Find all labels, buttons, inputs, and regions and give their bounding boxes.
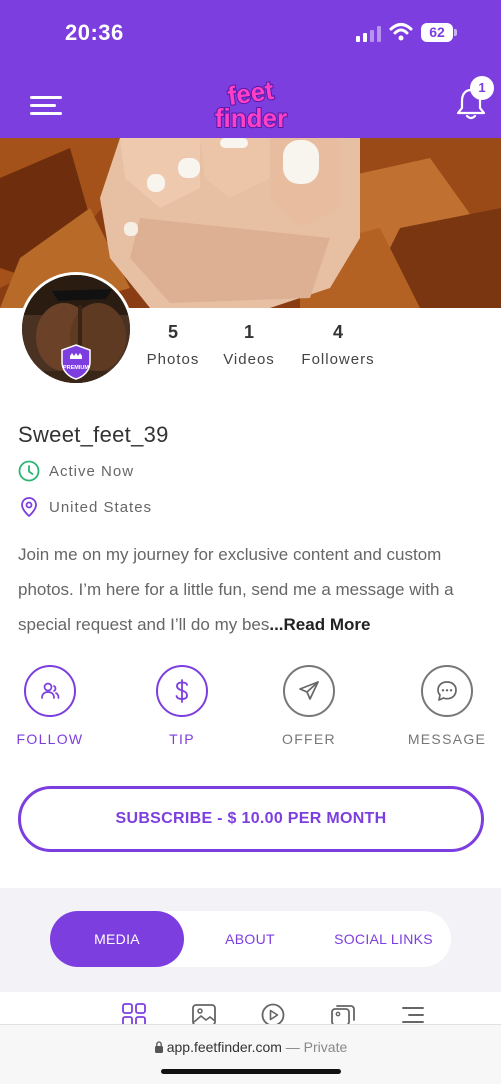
lock-icon (154, 1041, 163, 1053)
status-time: 20:36 (65, 20, 124, 45)
hamburger-menu-icon[interactable] (30, 94, 62, 116)
gallery-icon[interactable] (330, 1002, 356, 1024)
read-more-link[interactable]: ...Read More (269, 615, 370, 634)
profile-location: United States (18, 496, 152, 518)
location-text: United States (49, 498, 153, 516)
offer-label: OFFER (282, 731, 336, 747)
list-icon[interactable] (400, 1002, 426, 1024)
private-mode-label: — Private (285, 1039, 348, 1055)
bio-text: Join me on my journey for exclusive cont… (18, 545, 454, 634)
stat-followers[interactable]: 4 Followers (296, 322, 380, 368)
tab-media[interactable]: MEDIA (50, 911, 184, 967)
logo-text-finder: finder (215, 103, 287, 133)
stat-followers-count: 4 (332, 322, 343, 342)
profile-username: Sweet_feet_39 (18, 422, 169, 447)
feetfinder-logo[interactable]: feet finder (205, 72, 297, 134)
chat-bubble-icon (437, 681, 457, 701)
url-text: app.feetfinder.com (166, 1039, 282, 1055)
follow-user-icon (41, 682, 60, 699)
follow-button[interactable]: FOLLOW (0, 665, 100, 747)
url-display[interactable]: app.feetfinder.com — Private (0, 1039, 501, 1055)
paper-plane-icon (299, 681, 319, 700)
cellular-signal-icon (356, 26, 381, 42)
dollar-icon (175, 679, 188, 703)
tip-button[interactable]: TIP (132, 665, 232, 747)
stat-photos[interactable]: 5 Photos (142, 322, 204, 368)
battery-indicator: 62 (421, 23, 457, 42)
media-filter-bar (0, 992, 501, 1024)
app-header: 20:36 62 feet finder 1 (0, 0, 501, 138)
browser-url-bar[interactable]: app.feetfinder.com — Private (0, 1024, 501, 1084)
grid-icon[interactable] (121, 1002, 147, 1024)
premium-shield-icon: PREMIUM (61, 344, 91, 380)
stat-videos-label: Videos (223, 351, 275, 368)
profile-bio: Join me on my journey for exclusive cont… (18, 537, 488, 642)
stat-photos-count: 5 (167, 322, 178, 342)
notification-count-badge: 1 (470, 76, 494, 100)
tab-about[interactable]: ABOUT (184, 911, 316, 967)
premium-badge-text: PREMIUM (63, 365, 89, 371)
follow-label: FOLLOW (16, 731, 84, 747)
offer-button[interactable]: OFFER (259, 665, 359, 747)
status-bar: 20:36 62 (0, 0, 501, 64)
stat-followers-label: Followers (301, 351, 375, 368)
tip-label: TIP (169, 731, 195, 747)
image-icon[interactable] (191, 1002, 217, 1024)
play-icon[interactable] (260, 1002, 286, 1024)
stat-photos-label: Photos (146, 351, 200, 368)
subscribe-button[interactable]: SUBSCRIBE - $ 10.00 PER MONTH (18, 786, 484, 852)
tab-social-links[interactable]: SOCIAL LINKS (316, 911, 451, 967)
location-pin-icon (21, 497, 37, 518)
battery-percent: 62 (429, 24, 445, 40)
stat-videos[interactable]: 1 Videos (218, 322, 280, 368)
home-indicator[interactable] (161, 1069, 341, 1074)
message-button[interactable]: MESSAGE (397, 665, 497, 747)
wifi-icon (389, 23, 413, 41)
clock-icon (18, 460, 40, 482)
online-status-text: Active Now (49, 462, 135, 480)
stat-videos-count: 1 (243, 322, 254, 342)
message-label: MESSAGE (407, 731, 487, 747)
online-status: Active Now (18, 460, 134, 482)
